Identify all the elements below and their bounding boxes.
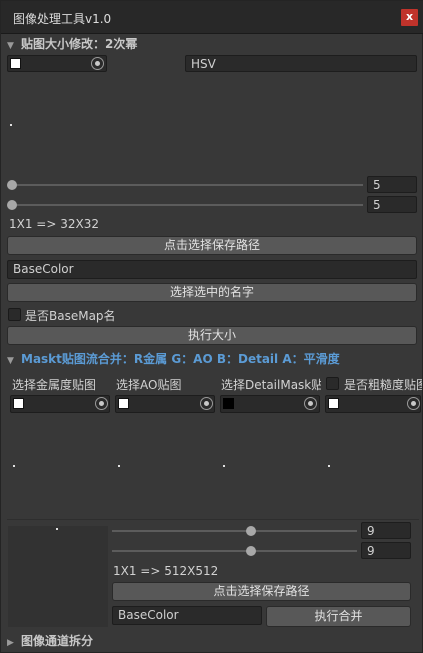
eyedropper-icon[interactable]: [91, 57, 104, 70]
basemap-checkbox-label: 是否BaseMap名: [25, 309, 116, 323]
mask-size-info: 1X1 => 512X512: [113, 564, 219, 578]
mask-section-title-prefix: Maskt贴图流合并：: [21, 352, 134, 366]
color-swatch[interactable]: [10, 58, 21, 69]
resize-size-info: 1X1 => 32X32: [9, 217, 99, 231]
ao-swatch[interactable]: [118, 398, 129, 409]
size-slider-2-track[interactable]: [11, 204, 363, 206]
split-section-header[interactable]: ▶ 图像通道拆分: [7, 633, 417, 650]
roughness-checkbox-label: 是否粗糙度贴图?: [344, 378, 422, 392]
collapse-triangle-icon: ▼: [7, 41, 14, 51]
result-preview: [8, 526, 108, 627]
detailmask-map-label: 选择DetailMask贴: [221, 378, 321, 392]
size-slider-2-value[interactable]: 5: [367, 196, 417, 213]
roughness-swatch[interactable]: [328, 398, 339, 409]
detailmask-picker-icon[interactable]: [304, 397, 317, 410]
collapse-triangle-icon: ▼: [7, 356, 14, 366]
metallic-preview-pixel: [13, 465, 15, 467]
roughness-picker-icon[interactable]: [407, 397, 420, 410]
select-selected-name-button[interactable]: 选择选中的名字: [7, 283, 417, 302]
roughness-preview-pixel: [328, 465, 330, 467]
roughness-checkbox[interactable]: [326, 377, 339, 390]
close-button[interactable]: x: [401, 9, 418, 26]
mode-field[interactable]: HSV: [185, 55, 417, 72]
resize-section-title: 贴图大小修改：2次幂: [21, 37, 138, 51]
mask-slider-2-handle[interactable]: [246, 546, 256, 556]
tool-window: 图像处理工具v1.0 x ▼ 贴图大小修改：2次幂 HSV 5 5 1X1 => …: [0, 0, 423, 653]
metallic-picker-icon[interactable]: [95, 397, 108, 410]
divider: [7, 519, 419, 520]
mask-name-field[interactable]: BaseColor: [112, 606, 262, 625]
mask-slider-1-track[interactable]: [112, 530, 357, 532]
ao-map-label: 选择AO贴图: [116, 378, 182, 392]
detailmask-preview-pixel: [223, 465, 225, 467]
execute-merge-button[interactable]: 执行合并: [266, 606, 411, 627]
ao-preview-pixel: [118, 465, 120, 467]
title-bar[interactable]: 图像处理工具v1.0 x: [1, 1, 423, 34]
execute-resize-button[interactable]: 执行大小: [7, 326, 417, 345]
split-section-title: 图像通道拆分: [21, 634, 94, 648]
result-preview-pixel: [56, 528, 58, 530]
choose-save-path-button[interactable]: 点击选择保存路径: [7, 236, 417, 255]
size-slider-1-handle[interactable]: [7, 180, 17, 190]
mask-slider-1-handle[interactable]: [246, 526, 256, 536]
window-title: 图像处理工具v1.0: [13, 12, 112, 26]
mask-slider-2-track[interactable]: [112, 550, 357, 552]
resize-section-header[interactable]: ▼ 贴图大小修改：2次幂: [7, 36, 417, 53]
mask-slider-1-value[interactable]: 9: [361, 522, 411, 539]
ao-picker-icon[interactable]: [200, 397, 213, 410]
mask-section-title-channels: R金属 G：AO B：Detail A：平滑度: [133, 352, 340, 366]
metallic-map-label: 选择金属度贴图: [12, 378, 97, 392]
size-slider-1-track[interactable]: [11, 184, 363, 186]
metallic-swatch[interactable]: [13, 398, 24, 409]
name-field[interactable]: BaseColor: [7, 260, 417, 279]
detailmask-swatch[interactable]: [223, 398, 234, 409]
preview-pixel: [10, 124, 12, 126]
expand-triangle-icon: ▶: [7, 638, 14, 648]
basemap-checkbox[interactable]: [8, 308, 21, 321]
size-slider-1-value[interactable]: 5: [367, 176, 417, 193]
mask-choose-save-path-button[interactable]: 点击选择保存路径: [112, 582, 411, 601]
size-slider-2-handle[interactable]: [7, 200, 17, 210]
mask-slider-2-value[interactable]: 9: [361, 542, 411, 559]
mask-section-header[interactable]: ▼ Maskt贴图流合并：R金属 G：AO B：Detail A：平滑度: [7, 351, 417, 368]
